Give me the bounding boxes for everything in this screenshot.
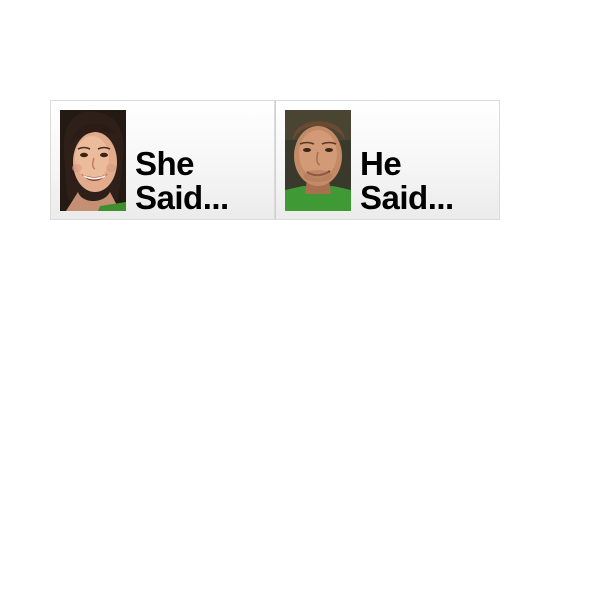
- he-said-label: He Said...: [360, 147, 454, 215]
- tab-he-said[interactable]: He Said...: [275, 100, 500, 220]
- she-said-line1: She: [135, 145, 195, 182]
- he-avatar: [285, 110, 351, 211]
- he-said-line2: Said...: [360, 179, 454, 216]
- man-portrait-icon: [285, 110, 351, 211]
- she-said-label: She Said...: [135, 147, 229, 215]
- tab-bar: She Said... He Said...: [50, 100, 500, 220]
- she-said-line2: Said...: [135, 179, 229, 216]
- woman-portrait-icon: [60, 110, 126, 211]
- tab-she-said[interactable]: She Said...: [50, 100, 275, 220]
- he-said-line1: He: [360, 145, 402, 182]
- she-avatar: [60, 110, 126, 211]
